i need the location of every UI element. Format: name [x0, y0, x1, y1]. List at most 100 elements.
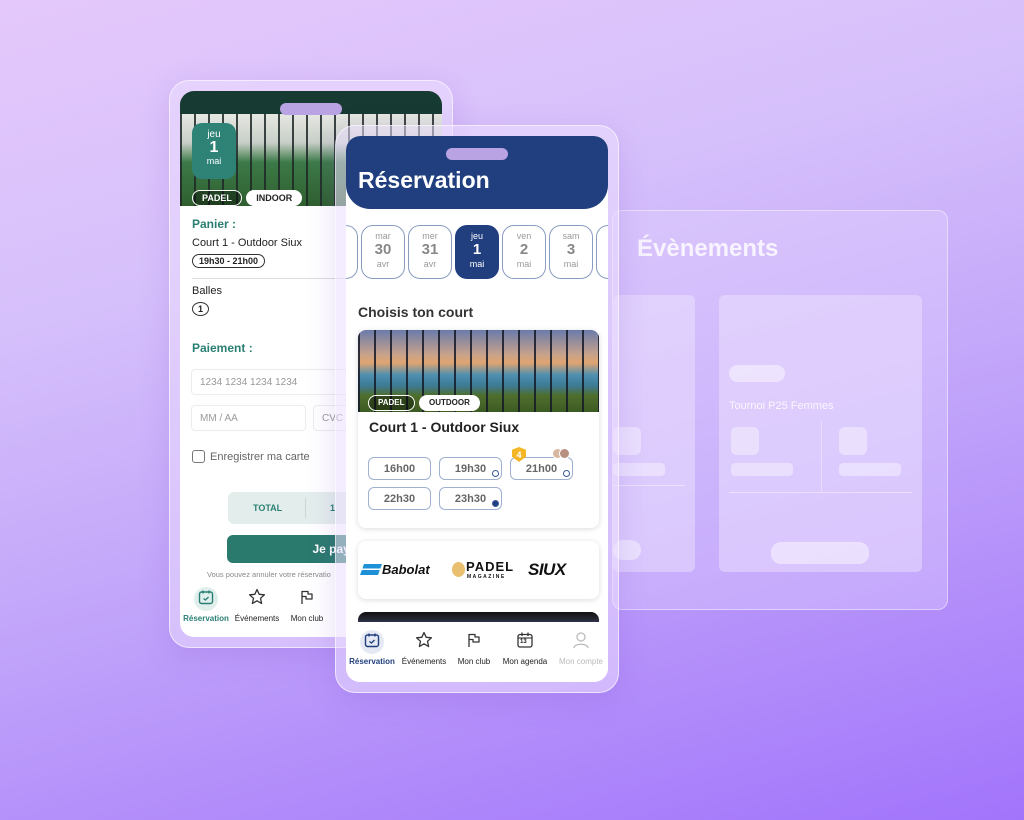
clock-icon — [492, 500, 499, 507]
date-day: ven — [516, 231, 532, 241]
nav-agenda[interactable]: 13 Mon agenda — [498, 630, 552, 666]
balls-label: Balles — [192, 285, 222, 297]
nav-label: Événements — [401, 657, 447, 666]
slot-time: 19h30 — [454, 462, 487, 475]
slot-time: 16h00 — [383, 462, 416, 475]
court-tags: PADEL OUTDOOR — [368, 392, 480, 411]
sponsor-siux: SIUX — [528, 560, 566, 579]
nav-account[interactable]: Mon compte — [554, 630, 608, 666]
date-pill[interactable]: mar 30 avr — [361, 225, 405, 279]
date-num: 1 — [209, 139, 219, 156]
date-pill[interactable]: mer 31 avr — [408, 225, 452, 279]
time-range-chip: 19h30 - 21h00 — [192, 254, 266, 268]
sponsors-card: Babolat PADEL MAGAZINE SIUX — [358, 541, 599, 599]
calendar-check-icon — [194, 587, 218, 611]
flag-icon — [451, 630, 497, 654]
nav-label: Mon club — [457, 657, 491, 666]
total-label: TOTAL — [253, 503, 283, 513]
bottom-nav: Réservation Événements Mon club 13 Mon a… — [346, 622, 608, 682]
nav-label: Événements — [234, 614, 280, 623]
header: Réservation — [346, 136, 608, 209]
date-pill-partial[interactable] — [346, 225, 358, 279]
user-icon — [554, 630, 608, 654]
date-month: mai — [516, 259, 532, 269]
date-num: 30 — [374, 241, 392, 258]
date-day: mar — [375, 231, 391, 241]
time-slot[interactable]: 16h00 — [368, 457, 431, 480]
calendar-check-icon — [360, 630, 384, 654]
clock-icon — [492, 470, 499, 477]
nav-club[interactable]: Mon club — [284, 587, 330, 623]
event-placeholder-button — [771, 542, 869, 564]
sponsor-magazine: MAGAZINE — [467, 574, 506, 580]
divider — [613, 485, 685, 486]
cart-court-name: Court 1 - Outdoor Siux — [192, 237, 303, 249]
time-slot[interactable]: 19h30 — [439, 457, 502, 480]
date-month: mai — [563, 259, 579, 269]
date-pill-partial[interactable] — [596, 225, 608, 279]
babolat-logo-icon — [359, 564, 383, 575]
notch — [446, 148, 508, 160]
star-icon — [232, 587, 282, 611]
court-card[interactable]: PADEL OUTDOOR Court 1 - Outdoor Siux 16h… — [358, 330, 599, 528]
cancel-note: Vous pouvez annuler votre réservatio — [207, 570, 331, 579]
divider — [821, 421, 822, 491]
date-pill[interactable]: ven 2 mai — [502, 225, 546, 279]
divider — [305, 498, 306, 518]
flag-icon — [284, 587, 330, 611]
tag-outdoor: OUTDOOR — [418, 395, 480, 411]
tag-indoor: INDOOR — [246, 190, 303, 206]
nav-reservation[interactable]: Réservation — [346, 630, 398, 666]
star-icon — [399, 630, 449, 654]
notch — [280, 103, 342, 115]
nav-events[interactable]: Événements — [232, 587, 282, 623]
nav-label: Réservation — [349, 657, 395, 666]
nav-label: Réservation — [183, 614, 229, 623]
save-card-checkbox[interactable] — [192, 450, 205, 463]
time-slot[interactable]: 23h30 — [439, 487, 502, 510]
calendar-13-icon: 13 — [498, 630, 552, 654]
events-title: Évènements — [637, 235, 779, 262]
date-badge: jeu 1 mai — [192, 123, 236, 179]
payment-label: Paiement : — [192, 341, 253, 355]
save-card-label: Enregistrer ma carte — [210, 451, 310, 463]
event-card-title: Tournoi P25 Femmes — [729, 400, 834, 412]
nav-reservation[interactable]: Réservation — [182, 587, 230, 623]
sponsor-babolat: Babolat — [382, 562, 430, 577]
divider — [729, 492, 912, 493]
date-month: mai — [206, 156, 222, 166]
date-month: avr — [423, 259, 437, 269]
nav-label: Mon agenda — [502, 657, 548, 666]
court-tags: PADEL INDOOR — [192, 188, 303, 206]
date-num: 3 — [566, 241, 576, 258]
slot-time: 22h30 — [383, 492, 416, 505]
reservation-screen: Réservation mar 30 avr mer 31 avr jeu 1 … — [346, 136, 608, 682]
nav-club[interactable]: Mon club — [451, 630, 497, 666]
slot-time: 23h30 — [454, 492, 487, 505]
event-placeholder-square — [839, 427, 867, 455]
event-placeholder-square — [731, 427, 759, 455]
date-day: jeu — [470, 231, 483, 241]
date-month: mai — [469, 259, 485, 269]
agenda-day: 13 — [520, 639, 527, 645]
events-panel: Évènements Tournoi P25 Femmes — [612, 210, 948, 610]
event-card[interactable] — [613, 295, 695, 572]
slot-time: 21h00 — [525, 462, 558, 475]
date-pill-selected[interactable]: jeu 1 mai — [455, 225, 499, 279]
date-num: 2 — [519, 241, 529, 258]
page-title: Réservation — [358, 167, 490, 193]
expiry-input[interactable]: MM / AA — [191, 405, 306, 431]
event-placeholder-bar — [839, 463, 901, 476]
date-month: avr — [376, 259, 390, 269]
tag-padel: PADEL — [192, 190, 242, 206]
event-card[interactable]: Tournoi P25 Femmes — [719, 295, 922, 572]
date-day: sam — [562, 231, 580, 241]
balls-quantity[interactable]: 1 — [192, 302, 210, 316]
nav-label: Mon compte — [558, 657, 604, 666]
date-pill[interactable]: sam 3 mai — [549, 225, 593, 279]
time-slot[interactable]: 22h30 — [368, 487, 431, 510]
date-num: 31 — [421, 241, 439, 258]
padel-magazine-logo-icon — [452, 562, 465, 577]
nav-events[interactable]: Événements — [399, 630, 449, 666]
court-name: Court 1 - Outdoor Siux — [369, 419, 520, 435]
